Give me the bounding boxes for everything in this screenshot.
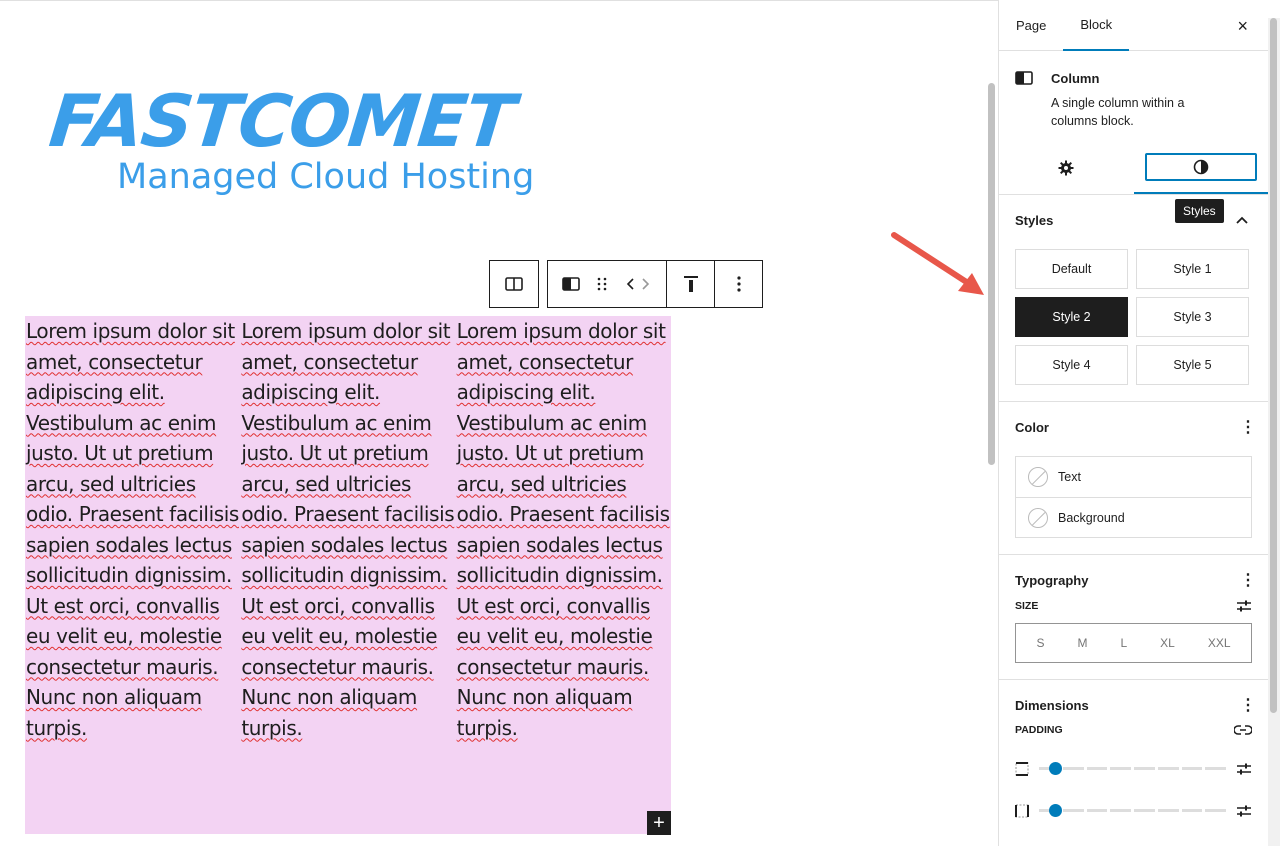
padding-label: PADDING xyxy=(1015,724,1063,736)
size-label: SIZE xyxy=(1015,600,1039,612)
color-panel-header: Color ⋮ xyxy=(1015,402,1256,452)
columns-block[interactable]: Lorem ipsum dolor sit amet, consectetur … xyxy=(25,316,671,834)
dimensions-panel-header: Dimensions ⋮ xyxy=(1015,680,1256,730)
styles-panel: Styles Default Style 1 Style 2 Style 3 S… xyxy=(999,195,1268,402)
typography-panel: Typography ⋮ SIZE S M L XL XXL xyxy=(999,555,1268,680)
dimensions-panel: Dimensions ⋮ PADDING xyxy=(999,680,1268,832)
style-option[interactable]: Style 5 xyxy=(1136,345,1249,385)
padding-vertical-row xyxy=(1015,748,1252,790)
columns-icon xyxy=(505,277,523,291)
select-parent-columns-button[interactable] xyxy=(490,261,538,307)
tab-block[interactable]: Block xyxy=(1063,0,1130,51)
tab-settings[interactable] xyxy=(999,141,1134,194)
more-options-icon[interactable]: ⋮ xyxy=(1240,417,1256,437)
padding-vertical-slider[interactable] xyxy=(1039,762,1226,775)
padding-side-icon xyxy=(1015,762,1029,776)
panel-title: Typography xyxy=(1015,572,1089,588)
empty-swatch-icon xyxy=(1028,467,1048,487)
block-type-button[interactable] xyxy=(548,261,594,307)
link-icon[interactable] xyxy=(1234,725,1252,735)
color-options: Text Background xyxy=(1015,456,1252,538)
color-panel: Color ⋮ Text Background xyxy=(999,402,1268,555)
slider-handle[interactable] xyxy=(1049,804,1062,817)
move-arrows-icon xyxy=(626,278,650,290)
settings-sidebar: Page Block × Column A single column with… xyxy=(998,0,1268,846)
more-options-icon[interactable]: ⋮ xyxy=(1240,570,1256,590)
column-text[interactable]: Lorem ipsum dolor sit amet, consectetur … xyxy=(241,319,454,740)
panel-title: Dimensions xyxy=(1015,697,1089,713)
column-icon xyxy=(562,277,580,291)
chevron-up-icon[interactable] xyxy=(1236,216,1248,224)
color-text-option[interactable]: Text xyxy=(1016,457,1251,497)
vertical-align-button[interactable] xyxy=(667,261,714,307)
block-toolbar xyxy=(489,260,763,308)
tab-page[interactable]: Page xyxy=(999,0,1063,50)
toolbar-main-group xyxy=(547,260,763,308)
font-size-picker: S M L XL XXL xyxy=(1015,623,1252,663)
drag-handle-icon xyxy=(597,277,607,291)
style-option[interactable]: Style 4 xyxy=(1015,345,1128,385)
padding-horizontal-row xyxy=(1015,790,1252,832)
column-text[interactable]: Lorem ipsum dolor sit amet, consectetur … xyxy=(457,319,670,740)
logo-wordmark: FASTCOMET xyxy=(45,79,518,163)
column-2[interactable]: Lorem ipsum dolor sit amet, consectetur … xyxy=(240,316,455,834)
slider-handle[interactable] xyxy=(1049,762,1062,775)
toolbar-parent-group xyxy=(489,260,539,308)
more-options-icon[interactable]: ⋮ xyxy=(1240,695,1256,715)
sliders-icon[interactable] xyxy=(1236,599,1252,613)
padding-horizontal-slider[interactable] xyxy=(1039,804,1226,817)
styles-tab-focus xyxy=(1144,152,1257,181)
style-option[interactable]: Default xyxy=(1015,249,1128,289)
plus-icon: + xyxy=(653,812,665,834)
sidebar-scrollbar[interactable] xyxy=(1268,18,1280,846)
column-3[interactable]: Lorem ipsum dolor sit amet, consectetur … xyxy=(456,316,671,834)
typography-panel-header: Typography ⋮ xyxy=(1015,555,1256,605)
drag-handle[interactable] xyxy=(594,261,610,307)
inspector-tabs xyxy=(999,141,1268,195)
color-option-label: Background xyxy=(1058,510,1125,525)
more-options-button[interactable] xyxy=(715,261,762,307)
column-text[interactable]: Lorem ipsum dolor sit amet, consectetur … xyxy=(26,319,239,740)
style-option-selected[interactable]: Style 2 xyxy=(1015,297,1128,337)
size-option[interactable]: XXL xyxy=(1208,636,1231,650)
sliders-icon[interactable] xyxy=(1236,804,1252,818)
gear-icon xyxy=(1058,160,1074,175)
size-row: SIZE xyxy=(1015,599,1252,613)
styles-tooltip: Styles xyxy=(1175,199,1224,223)
style-variations: Default Style 1 Style 2 Style 3 Style 4 … xyxy=(1015,249,1252,401)
editor-canvas: FASTCOMET Managed Cloud Hosting Lorem ip… xyxy=(0,0,998,846)
annotation-arrow xyxy=(891,232,984,295)
sliders-icon[interactable] xyxy=(1236,762,1252,776)
size-option[interactable]: S xyxy=(1036,636,1044,650)
sidebar-tabs: Page Block × xyxy=(999,0,1268,51)
scrollbar-thumb[interactable] xyxy=(1270,18,1277,713)
move-left-right-button[interactable] xyxy=(610,261,666,307)
close-icon[interactable]: × xyxy=(1237,17,1248,35)
block-card: Column A single column within a columns … xyxy=(999,51,1268,141)
size-option[interactable]: M xyxy=(1077,636,1087,650)
block-description: A single column within a columns block. xyxy=(1051,96,1185,128)
canvas-scrollbar[interactable] xyxy=(988,83,995,465)
half-circle-icon xyxy=(1193,159,1209,174)
panel-title: Color xyxy=(1015,419,1049,435)
column-1[interactable]: Lorem ipsum dolor sit amet, consectetur … xyxy=(25,316,240,834)
tab-styles[interactable] xyxy=(1133,141,1268,194)
block-title: Column xyxy=(1051,71,1100,86)
color-option-label: Text xyxy=(1058,470,1081,484)
size-option[interactable]: L xyxy=(1120,636,1127,650)
more-options-icon xyxy=(736,276,741,292)
padding-side-icon xyxy=(1015,804,1029,818)
color-background-option[interactable]: Background xyxy=(1016,497,1251,537)
empty-swatch-icon xyxy=(1028,507,1048,528)
padding-row: PADDING xyxy=(1015,724,1252,736)
panel-title: Styles xyxy=(1015,212,1054,228)
column-icon xyxy=(1015,71,1033,85)
fastcomet-logo: FASTCOMET Managed Cloud Hosting xyxy=(46,79,610,199)
align-top-icon xyxy=(683,276,698,292)
style-option[interactable]: Style 3 xyxy=(1136,297,1249,337)
size-option[interactable]: XL xyxy=(1160,636,1175,650)
style-option[interactable]: Style 1 xyxy=(1136,249,1249,289)
add-block-button[interactable]: + xyxy=(647,811,671,835)
